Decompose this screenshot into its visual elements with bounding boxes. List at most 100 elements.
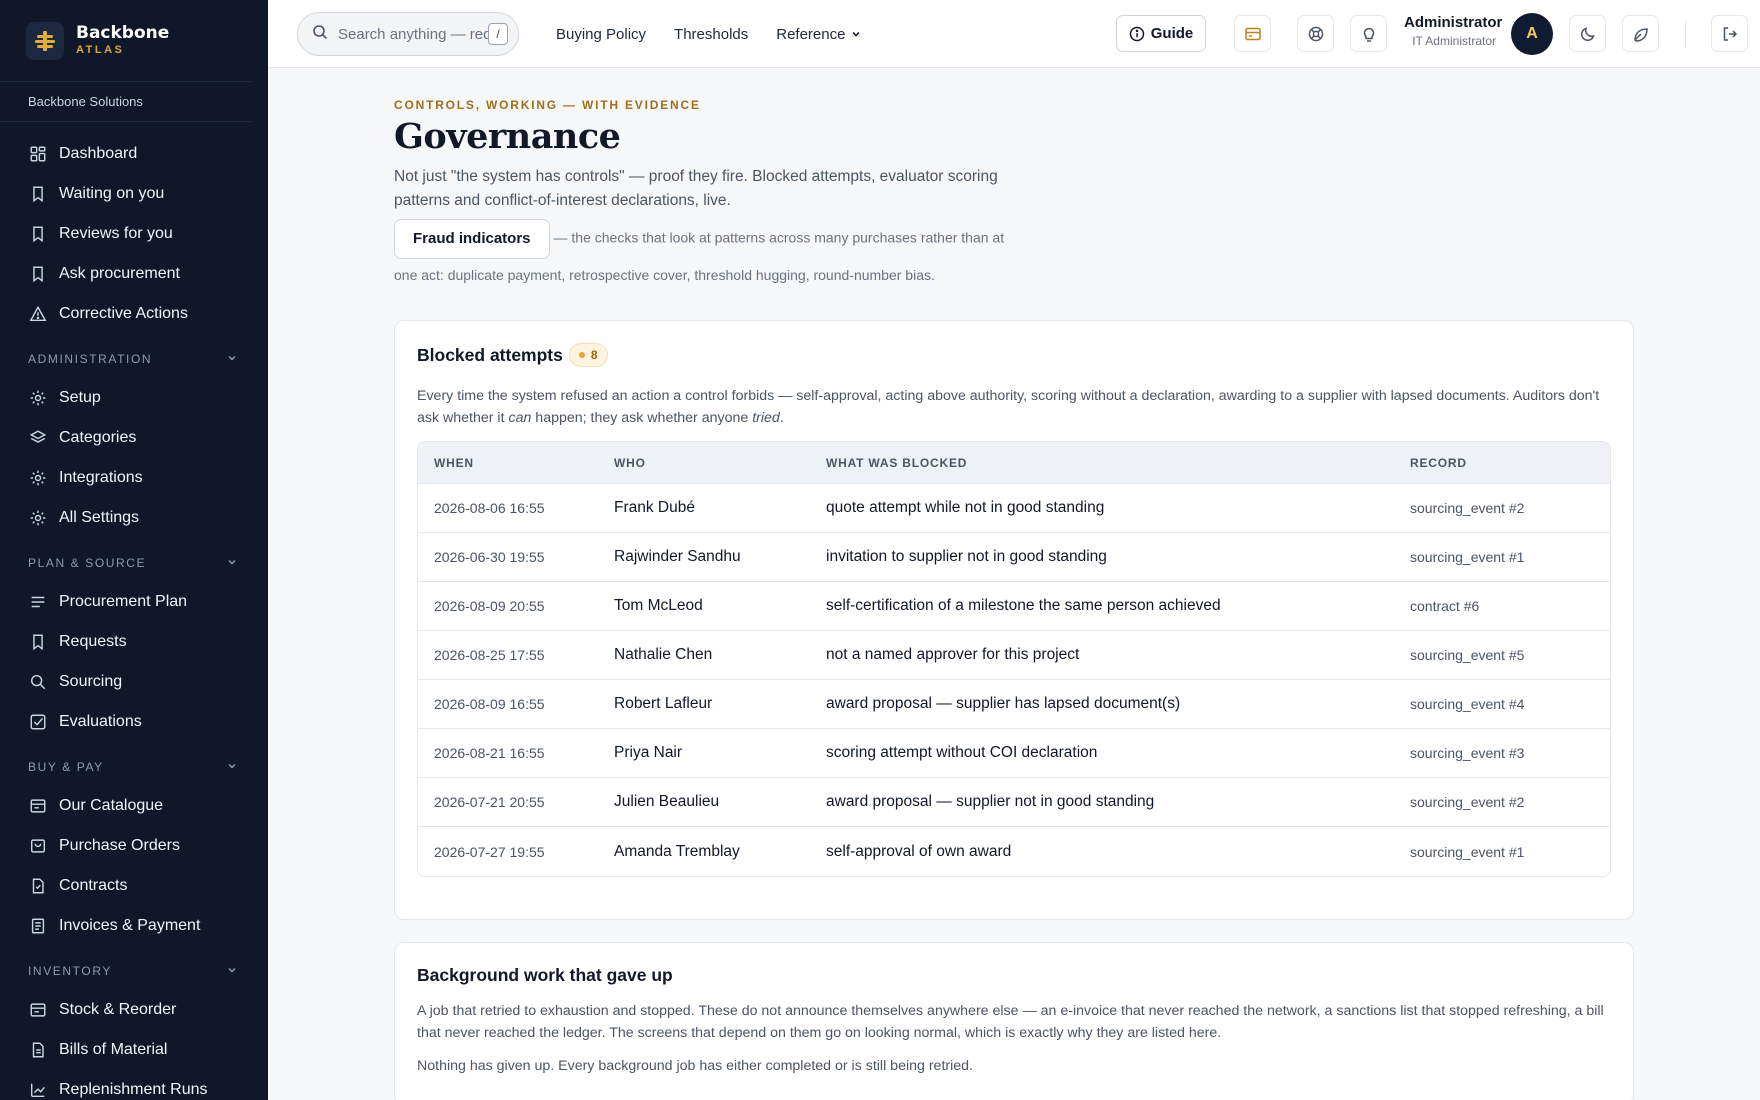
search-box[interactable]: /: [297, 12, 519, 56]
cell-record[interactable]: sourcing_event #1: [1410, 844, 1610, 860]
cell-record[interactable]: sourcing_event #5: [1410, 647, 1610, 663]
cell-what: award proposal — supplier has lapsed doc…: [826, 695, 1181, 712]
cell-record[interactable]: sourcing_event #4: [1410, 696, 1610, 712]
sidebar-item-label: Setup: [59, 389, 101, 406]
chart-icon: [28, 1080, 48, 1100]
nav-reference[interactable]: Reference: [776, 26, 862, 43]
divider: [1685, 20, 1686, 48]
search-input[interactable]: [338, 25, 488, 43]
cell-what: quote attempt while not in good standing: [826, 499, 1105, 516]
column-header-who[interactable]: WHO: [614, 456, 826, 470]
tips-button[interactable]: [1350, 15, 1387, 52]
section-administration[interactable]: ADMINISTRATION: [0, 340, 268, 378]
background-work-title: Background work that gave up: [417, 965, 673, 985]
moon-icon: [1580, 26, 1595, 41]
avatar[interactable]: A: [1511, 13, 1553, 55]
cell-record[interactable]: sourcing_event #2: [1410, 500, 1610, 516]
blocked-attempts-title: Blocked attempts: [417, 344, 563, 365]
sidebar-item-label: Reviews for you: [59, 225, 173, 242]
sidebar-item-label: Ask procurement: [59, 265, 180, 282]
catalogue-icon: [28, 1000, 48, 1020]
logout-icon: [1723, 26, 1737, 41]
theme-toggle-button[interactable]: [1569, 15, 1606, 52]
support-button[interactable]: [1297, 15, 1334, 52]
cell-record[interactable]: sourcing_event #3: [1410, 745, 1610, 761]
background-work-status: Nothing has given up. Every background j…: [417, 1058, 973, 1074]
info-icon: [1129, 26, 1144, 41]
table-row[interactable]: 2026-07-27 19:55 Amanda Tremblay self-ap…: [418, 827, 1610, 876]
cell-who: Rajwinder Sandhu: [614, 548, 741, 565]
sidebar-item-invoices-payment[interactable]: Invoices & Payment: [0, 906, 268, 946]
sidebar-item-all-settings[interactable]: All Settings: [0, 498, 268, 538]
card-button[interactable]: [1234, 15, 1271, 52]
cell-what: award proposal — supplier not in good st…: [826, 793, 1155, 810]
sidebar-item-setup[interactable]: Setup: [0, 378, 268, 418]
chevron-down-icon: [226, 352, 238, 367]
sidebar-item-dashboard[interactable]: Dashboard: [0, 134, 268, 174]
section-buy-pay[interactable]: BUY & PAY: [0, 748, 268, 786]
sidebar: Backbone ATLAS Backbone Solutions Dashbo…: [0, 0, 268, 1100]
cell-who: Priya Nair: [614, 744, 683, 761]
column-header-when[interactable]: WHEN: [418, 456, 614, 470]
table-header: WHEN WHO WHAT WAS BLOCKED RECORD: [418, 442, 1610, 484]
sidebar-item-bills-of-material[interactable]: Bills of Material: [0, 1030, 268, 1070]
sidebar-item-label: Waiting on you: [59, 185, 165, 202]
feedback-button[interactable]: [1622, 15, 1659, 52]
chevron-down-icon: [226, 556, 238, 571]
gear-icon: [28, 388, 48, 408]
sidebar-item-reviews-for-you[interactable]: Reviews for you: [0, 214, 268, 254]
nav-thresholds[interactable]: Thresholds: [674, 26, 748, 43]
desc-emphasis: can: [508, 410, 532, 426]
catalogue-icon: [28, 796, 48, 816]
sidebar-item-sourcing[interactable]: Sourcing: [0, 662, 268, 702]
user-name: Administrator: [1404, 14, 1503, 31]
brand[interactable]: Backbone ATLAS: [0, 0, 252, 82]
cell-record[interactable]: sourcing_event #1: [1410, 549, 1610, 565]
sidebar-item-label: Replenishment Runs: [59, 1081, 208, 1098]
sidebar-item-evaluations[interactable]: Evaluations: [0, 702, 268, 742]
section-plan-source[interactable]: PLAN & SOURCE: [0, 544, 268, 582]
sidebar-item-procurement-plan[interactable]: Procurement Plan: [0, 582, 268, 622]
fraud-indicators-button[interactable]: Fraud indicators: [394, 219, 550, 259]
backbone-logo-icon: [26, 21, 64, 60]
sidebar-item-requests[interactable]: Requests: [0, 622, 268, 662]
lightbulb-icon: [1363, 27, 1374, 42]
sidebar-item-label: Sourcing: [59, 673, 123, 690]
section-title: INVENTORY: [28, 964, 112, 978]
sidebar-item-our-catalogue[interactable]: Our Catalogue: [0, 786, 268, 826]
table-row[interactable]: 2026-07-21 20:55 Julien Beaulieu award p…: [418, 778, 1610, 827]
table-row[interactable]: 2026-08-06 16:55 Frank Dubé quote attemp…: [418, 484, 1610, 533]
cell-who: Julien Beaulieu: [614, 793, 720, 810]
cell-record[interactable]: sourcing_event #2: [1410, 794, 1610, 810]
bookmark-icon: [28, 632, 48, 652]
column-header-record[interactable]: RECORD: [1410, 456, 1610, 470]
sidebar-item-stock-reorder[interactable]: Stock & Reorder: [0, 990, 268, 1030]
org-name[interactable]: Backbone Solutions: [0, 82, 252, 122]
sidebar-item-categories[interactable]: Categories: [0, 418, 268, 458]
table-row[interactable]: 2026-08-25 17:55 Nathalie Chen not a nam…: [418, 631, 1610, 680]
cell-when: 2026-08-09 20:55: [434, 598, 545, 614]
logout-button[interactable]: [1711, 15, 1748, 52]
sidebar-item-replenishment-runs[interactable]: Replenishment Runs: [0, 1070, 268, 1100]
sidebar-item-label: Contracts: [59, 877, 128, 894]
table-row[interactable]: 2026-06-30 19:55 Rajwinder Sandhu invita…: [418, 533, 1610, 582]
column-header-what[interactable]: WHAT WAS BLOCKED: [826, 456, 1410, 470]
table-row[interactable]: 2026-08-09 20:55 Tom McLeod self-certifi…: [418, 582, 1610, 631]
sidebar-item-ask-procurement[interactable]: Ask procurement: [0, 254, 268, 294]
search-icon: [312, 24, 328, 45]
sidebar-item-contracts[interactable]: Contracts: [0, 866, 268, 906]
section-inventory[interactable]: INVENTORY: [0, 952, 268, 990]
user-info[interactable]: Administrator IT Administrator: [1404, 13, 1503, 49]
nav-buying-policy[interactable]: Buying Policy: [556, 26, 646, 43]
guide-button[interactable]: Guide: [1116, 15, 1206, 52]
sidebar-item-label: Integrations: [59, 469, 143, 486]
sidebar-item-purchase-orders[interactable]: Purchase Orders: [0, 826, 268, 866]
cell-record[interactable]: contract #6: [1410, 598, 1610, 614]
sidebar-item-label: Invoices & Payment: [59, 917, 201, 934]
table-row[interactable]: 2026-08-21 16:55 Priya Nair scoring atte…: [418, 729, 1610, 778]
sidebar-item-corrective-actions[interactable]: Corrective Actions: [0, 294, 268, 334]
table-row[interactable]: 2026-08-09 16:55 Robert Lafleur award pr…: [418, 680, 1610, 729]
sidebar-item-integrations[interactable]: Integrations: [0, 458, 268, 498]
sidebar-item-waiting-on-you[interactable]: Waiting on you: [0, 174, 268, 214]
dashboard-icon: [28, 144, 48, 164]
